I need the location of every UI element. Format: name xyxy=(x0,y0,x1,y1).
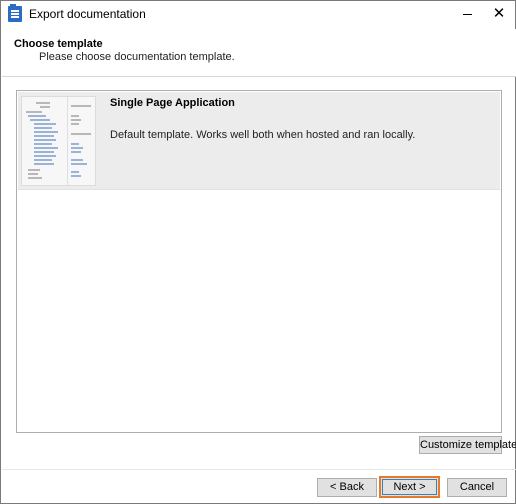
template-list[interactable]: Single Page Application Default template… xyxy=(16,90,502,433)
export-documentation-dialog: Export documentation ✕ Choose template P… xyxy=(0,0,516,504)
close-icon[interactable]: ✕ xyxy=(485,3,513,25)
title-bar: Export documentation ✕ xyxy=(1,1,515,29)
document-app-icon xyxy=(8,4,22,22)
page-subtitle: Please choose documentation template. xyxy=(39,51,235,63)
cancel-button[interactable]: Cancel xyxy=(447,478,507,497)
template-name: Single Page Application xyxy=(110,97,235,109)
footer-divider xyxy=(2,469,516,470)
next-button-label: Next > xyxy=(382,479,437,495)
template-description: Default template. Works well both when h… xyxy=(110,129,416,141)
template-item-single-page-application[interactable]: Single Page Application Default template… xyxy=(18,92,500,190)
next-button[interactable]: Next > xyxy=(379,476,440,498)
wizard-header: Choose template Please choose documentat… xyxy=(2,29,516,77)
back-button[interactable]: < Back xyxy=(317,478,377,497)
page-title: Choose template xyxy=(14,38,103,50)
minimize-button[interactable] xyxy=(453,3,481,25)
spa-template-preview xyxy=(21,96,96,186)
customize-template-button[interactable]: Customize template xyxy=(419,436,516,454)
window-title: Export documentation xyxy=(29,7,146,21)
